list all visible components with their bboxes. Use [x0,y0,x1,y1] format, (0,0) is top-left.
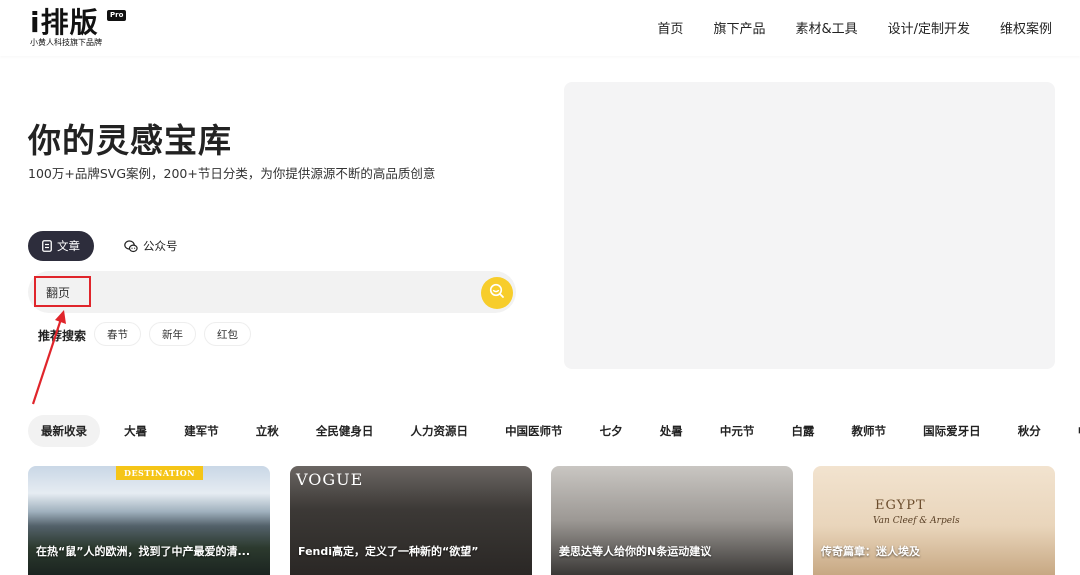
hot-tag-spring-festival[interactable]: 春节 [94,322,141,346]
hero-title: 你的灵感宝库 [28,121,232,160]
card-title: 姜思达等人给你的N条运动建议 [559,545,712,558]
search-icon [489,283,505,303]
tab-official-account[interactable]: 公众号 [116,231,186,261]
nav-item-cases[interactable]: 维权案例 [1000,18,1052,37]
top-header: i排版 Pro 小黄人科技旗下品牌 首页 旗下产品 素材&工具 设计/定制开发 … [0,0,1080,56]
category-item[interactable]: 最新收录 [28,415,100,447]
tab-official-account-label: 公众号 [143,239,178,253]
nav-item-tools[interactable]: 素材&工具 [795,18,857,37]
category-item[interactable]: 国际爱牙日 [910,415,994,447]
article-card[interactable]: DESTINATION 在热“鼠”人的欧洲，找到了中产最爱的清... [28,466,270,575]
nav-item-products[interactable]: 旗下产品 [713,18,765,37]
card-title: 在热“鼠”人的欧洲，找到了中产最爱的清... [36,545,250,558]
category-item[interactable]: 教师节 [839,415,900,447]
card-tag: VOGUE [296,470,364,489]
category-item[interactable]: 处暑 [647,415,696,447]
hot-tag-new-year[interactable]: 新年 [149,322,196,346]
category-item[interactable]: 中秋 [1065,415,1080,447]
category-bar: 最新收录 大暑 建军节 立秋 全民健身日 人力资源日 中国医师节 七夕 处暑 中… [28,415,1080,447]
category-item[interactable]: 全民健身日 [303,415,387,447]
hero-subtitle: 100万+品牌SVG案例，200+节日分类，为你提供源源不断的高品质创意 [28,166,436,181]
category-item[interactable]: 白露 [778,415,827,447]
card-tag: DESTINATION [116,466,204,480]
card-brand: Van Cleef & Arpels [873,516,960,526]
search-input[interactable] [46,283,466,301]
article-card[interactable]: EGYPT Van Cleef & Arpels 传奇篇章：迷人埃及 [813,466,1055,575]
article-card[interactable]: 姜思达等人给你的N条运动建议 [551,466,793,575]
hot-tag-red-packet[interactable]: 红包 [204,322,251,346]
card-title: Fendi高定，定义了一种新的“欲望” [298,545,479,558]
search-button[interactable] [481,277,513,309]
logo-text: i排版 [30,6,99,39]
banner-placeholder[interactable] [564,82,1055,369]
nav-item-design[interactable]: 设计/定制开发 [888,18,970,37]
card-tag: EGYPT [875,498,926,513]
article-card[interactable]: VOGUE Fendi高定，定义了一种新的“欲望” [290,466,532,575]
category-item[interactable]: 中国医师节 [492,415,576,447]
tab-article[interactable]: 文章 [28,231,94,261]
main-nav: 首页 旗下产品 素材&工具 设计/定制开发 维权案例 [657,18,1052,37]
category-item[interactable]: 立秋 [243,415,292,447]
category-item[interactable]: 七夕 [587,415,636,447]
annotation-arrow [31,310,66,405]
tab-article-label: 文章 [57,239,80,253]
document-icon [42,240,52,252]
card-title: 传奇篇章：迷人埃及 [821,545,920,558]
category-item[interactable]: 人力资源日 [397,415,481,447]
category-item[interactable]: 秋分 [1005,415,1054,447]
official-account-icon [124,239,138,253]
site-logo[interactable]: i排版 Pro 小黄人科技旗下品牌 [30,6,127,48]
logo-subtitle: 小黄人科技旗下品牌 [30,38,102,47]
category-item[interactable]: 大暑 [111,415,160,447]
search-bar [28,271,516,313]
annotation-highlight-box [34,276,91,307]
logo-pro-badge: Pro [107,10,127,21]
nav-item-home[interactable]: 首页 [657,18,683,37]
category-item[interactable]: 建军节 [171,415,232,447]
category-item[interactable]: 中元节 [707,415,768,447]
